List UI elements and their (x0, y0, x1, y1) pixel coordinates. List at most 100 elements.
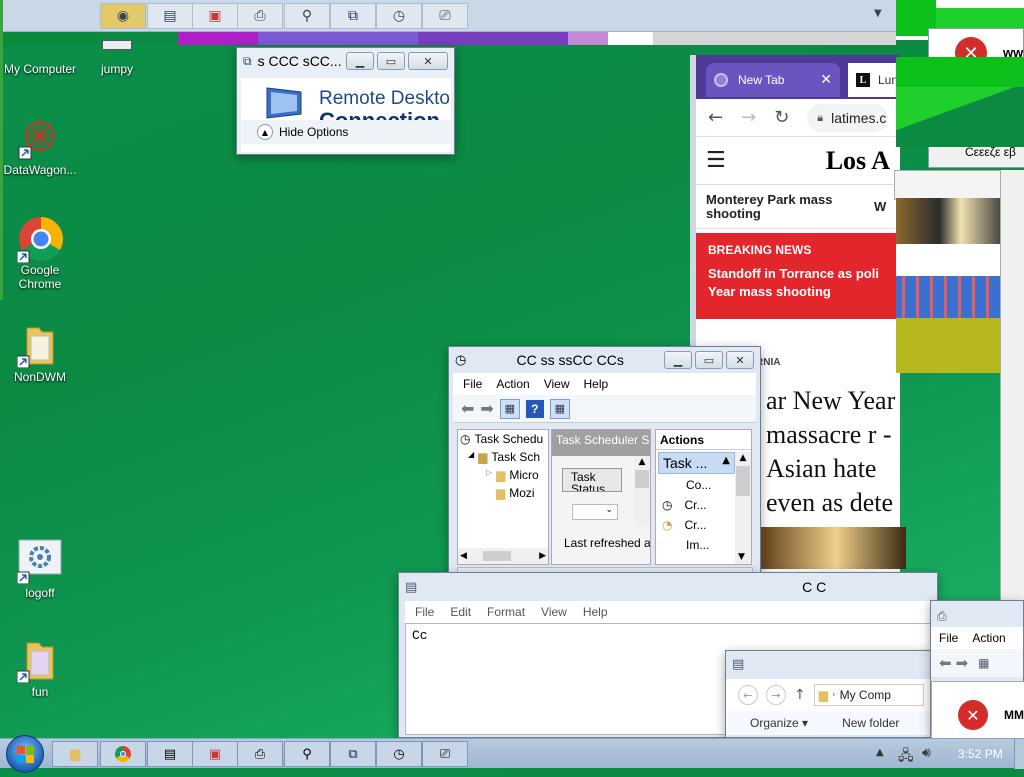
menu-view[interactable]: View (541, 605, 567, 619)
scroll-thumb[interactable] (736, 466, 750, 496)
notepad-task-button[interactable]: ▤ (147, 3, 193, 29)
glitch-block (896, 57, 1024, 87)
help-icon[interactable]: ? (525, 399, 544, 418)
hamburger-menu-icon[interactable]: ☰ (706, 148, 726, 173)
trending-link[interactable]: Monterey Park mass shooting (706, 192, 856, 221)
volume-icon[interactable]: 🔊︎ (922, 745, 931, 761)
horizontal-scrollbar[interactable]: ◀ ▶ (458, 548, 548, 564)
window-titlebar[interactable]: ⧉ s CCC sCC... ▁ ▭ ✕ (237, 48, 454, 74)
minimize-button[interactable]: ▁ (664, 351, 692, 369)
desktop-icon-my-computer[interactable]: My Computer (0, 40, 80, 76)
window-titlebar[interactable]: ▤ (726, 651, 936, 679)
window-titlebar[interactable]: ▤ C C (399, 573, 937, 601)
chevron-down-icon[interactable]: ▼ (874, 8, 882, 19)
latimes-favicon: L (856, 73, 870, 87)
taskbar-clock-button[interactable]: ◷ (376, 741, 422, 767)
breaking-label: BREAKING NEWS (708, 243, 812, 257)
desktop-icon-datawagon[interactable]: DataWagon... (0, 115, 80, 177)
taskbar-printer-button[interactable]: ⎙ (237, 741, 283, 767)
back-icon[interactable]: ⬅ (461, 399, 474, 418)
tree-item-library[interactable]: ◢ ▆ Task Sch (458, 448, 548, 466)
menu-file[interactable]: File (939, 631, 958, 645)
show-hide-tree-icon[interactable]: ▦ (978, 656, 989, 670)
glitch-block (896, 244, 1004, 276)
clock-text[interactable]: 3:52 PM (958, 747, 1003, 761)
create-basic-task-icon: ◷ (662, 498, 673, 512)
forward-icon[interactable]: ➡ (956, 654, 969, 672)
menu-edit[interactable]: Edit (450, 605, 471, 619)
show-desktop-button[interactable] (1014, 739, 1024, 769)
breaking-news-banner[interactable]: BREAKING NEWS Standoff in Torrance as po… (696, 233, 900, 319)
network-task-button[interactable]: ⧉ (330, 3, 376, 29)
close-button[interactable]: ✕ (408, 52, 448, 70)
status-dropdown[interactable]: ⌄ (572, 504, 618, 520)
address-bar[interactable]: ▆ › My Comp (813, 684, 924, 706)
desktop-icon-google-chrome[interactable]: Google Chrome (0, 215, 80, 291)
printer-task-button[interactable]: ⎙ (237, 3, 283, 29)
reload-icon[interactable]: ↻ (774, 107, 789, 128)
menu-file[interactable]: File (463, 377, 482, 391)
trending-link[interactable]: W (874, 199, 886, 214)
scroll-thumb[interactable] (635, 470, 649, 488)
menu-action[interactable]: Action (496, 377, 529, 391)
clock-task-button[interactable]: ◷ (376, 3, 422, 29)
hide-options-button[interactable]: ▲ Hide Options (241, 120, 451, 144)
desktop-icon-logoff[interactable]: logoff (0, 538, 80, 600)
fax-task-button[interactable]: ⎚ (422, 3, 468, 29)
search-task-button[interactable]: ⚲ (284, 3, 330, 29)
show-hide-tree-icon[interactable]: ▦ (499, 398, 520, 419)
maximize-button[interactable]: ▭ (377, 52, 405, 70)
vertical-scrollbar[interactable]: ▲ (634, 456, 650, 526)
back-icon[interactable]: ⬅ (939, 654, 952, 672)
tree-item-microsoft[interactable]: ▷ ▆ Micro (458, 466, 548, 484)
taskbar-fax-button[interactable]: ⎚ (422, 741, 468, 767)
hide-options-label: Hide Options (279, 125, 349, 139)
menu-format[interactable]: Format (487, 605, 525, 619)
printer-icon: ⎙ (254, 746, 266, 762)
menu-help[interactable]: Help (584, 377, 609, 391)
new-folder-button[interactable]: New folder (842, 716, 899, 730)
close-button[interactable]: ✕ (726, 351, 754, 369)
taskbar-chrome-button[interactable] (100, 741, 146, 767)
breaking-text: Standoff in Torrance as poli Year mass s… (708, 266, 879, 299)
forward-icon[interactable]: → (766, 685, 786, 705)
desktop-icon-jumpy[interactable]: jumpy (77, 40, 157, 76)
menu-action[interactable]: Action (972, 631, 1005, 645)
taskbar-notepad-button[interactable]: ▤ (147, 741, 193, 767)
tree-item-mozilla[interactable]: ▆ Mozi (458, 484, 548, 502)
forward-icon[interactable]: → (741, 107, 756, 128)
menu-help[interactable]: Help (583, 605, 608, 619)
address-bar[interactable]: 🔒︎ latimes.c (807, 103, 888, 132)
back-icon[interactable]: ← (738, 685, 758, 705)
app-icon-button[interactable]: ◉ (100, 3, 146, 29)
start-button[interactable] (6, 735, 44, 773)
taskbar-explorer-button[interactable]: ▆ (52, 741, 98, 767)
tab-new-tab[interactable]: New Tab ✕ (706, 63, 840, 97)
taskbar-toolbox-button[interactable]: ▣ (192, 741, 238, 767)
show-hidden-icons-chevron-icon[interactable]: ▲ (876, 747, 884, 758)
forward-icon[interactable]: ➡ (480, 399, 493, 418)
desktop-icon-fun[interactable]: fun (0, 637, 80, 699)
minimize-button[interactable]: ▁ (346, 52, 374, 70)
actions-subheader[interactable]: Task ... ▲ (658, 452, 735, 474)
organize-button[interactable]: Organize ▾ (750, 716, 808, 730)
network-tray-icon[interactable]: 🖧︎ (898, 745, 914, 769)
menu-view[interactable]: View (544, 377, 570, 391)
desktop-icon-nondwm[interactable]: NonDWM (0, 322, 80, 384)
task-status-button[interactable]: Task Status (562, 468, 622, 492)
vertical-scrollbar[interactable]: ▲ ▼ (735, 452, 751, 564)
window-titlebar[interactable]: ◷ CC ss ssCC CCs ▁ ▭ ✕ (449, 347, 760, 373)
toolbox-task-button[interactable]: ▣ (192, 3, 238, 29)
maximize-button[interactable]: ▭ (695, 351, 723, 369)
window-titlebar[interactable]: ⎙ (931, 601, 1023, 627)
up-icon[interactable]: ↑ (794, 687, 806, 703)
taskbar-network-button[interactable]: ⧉ (330, 741, 376, 767)
menu-file[interactable]: File (415, 605, 434, 619)
back-icon[interactable]: ← (708, 107, 723, 128)
tree-item-root[interactable]: ◷ Task Schedu (458, 430, 548, 448)
scroll-thumb[interactable] (482, 551, 511, 561)
taskbar-search-button[interactable]: ⚲ (284, 741, 330, 767)
show-hide-action-pane-icon[interactable]: ▦ (549, 398, 570, 419)
site-logo[interactable]: Los A (826, 146, 890, 176)
close-tab-icon[interactable]: ✕ (820, 72, 832, 88)
